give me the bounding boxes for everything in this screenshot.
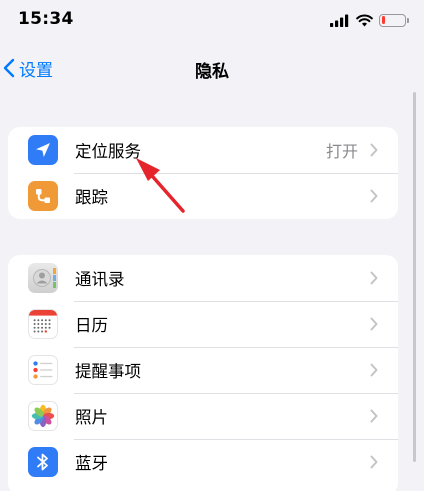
reminders-icon	[28, 355, 58, 385]
wifi-icon	[356, 13, 373, 26]
contacts-row[interactable]: 通讯录	[8, 255, 398, 301]
row-label: 跟踪	[75, 188, 108, 207]
status-bar: 15:34	[0, 0, 424, 40]
chevron-right-icon	[370, 271, 378, 285]
navigation-bar: 设置 隐私	[0, 48, 424, 88]
row-label: 照片	[75, 408, 108, 427]
status-time: 15:34	[18, 9, 74, 29]
chevron-right-icon	[370, 363, 378, 377]
location-arrow-icon	[28, 135, 58, 165]
settings-group-1: 定位服务 打开 跟踪	[8, 127, 398, 219]
photos-row[interactable]: 照片	[8, 393, 398, 439]
calendar-icon	[28, 309, 58, 339]
chevron-right-icon	[370, 455, 378, 469]
settings-group-2: 通讯录 日历 提醒事项 照片 蓝牙	[8, 255, 398, 491]
bluetooth-row[interactable]: 蓝牙	[8, 439, 398, 485]
tracking-icon	[28, 181, 58, 211]
battery-icon	[379, 13, 409, 27]
row-label: 提醒事项	[75, 362, 141, 381]
reminders-row[interactable]: 提醒事项	[8, 347, 398, 393]
chevron-right-icon	[370, 143, 378, 157]
row-label: 通讯录	[75, 270, 125, 289]
scroll-indicator[interactable]	[413, 92, 416, 462]
chevron-right-icon	[370, 189, 378, 203]
cellular-signal-icon	[330, 14, 349, 27]
contacts-icon	[28, 263, 58, 293]
row-label: 日历	[75, 316, 108, 335]
row-label: 定位服务	[75, 142, 141, 161]
calendar-row[interactable]: 日历	[8, 301, 398, 347]
chevron-right-icon	[370, 317, 378, 331]
page-title: 隐私	[195, 62, 229, 82]
status-icons	[330, 12, 409, 28]
row-value: 打开	[325, 142, 358, 161]
chevron-right-icon	[370, 409, 378, 423]
tracking-row[interactable]: 跟踪	[8, 173, 398, 219]
photos-icon	[28, 401, 58, 431]
location-services-row[interactable]: 定位服务 打开	[8, 127, 398, 173]
bluetooth-icon	[28, 447, 58, 477]
row-label: 蓝牙	[75, 454, 108, 473]
